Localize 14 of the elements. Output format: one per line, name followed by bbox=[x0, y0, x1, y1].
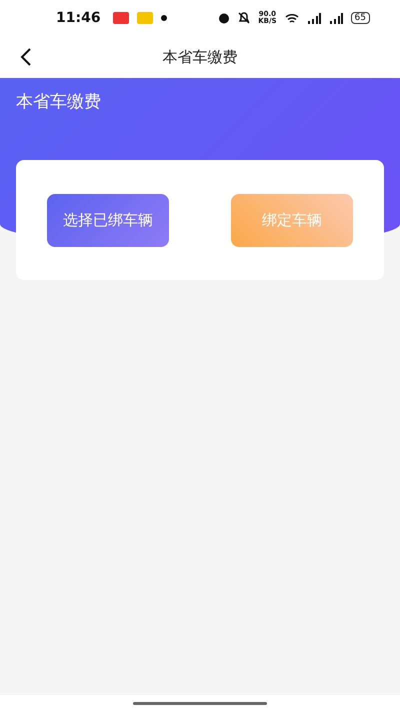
page-title: 本省车缴费 bbox=[162, 48, 238, 66]
signal-icon bbox=[328, 12, 343, 24]
battery-level: 65 bbox=[350, 12, 370, 24]
home-indicator[interactable] bbox=[133, 702, 267, 704]
notification-icon bbox=[112, 12, 129, 24]
dot-icon bbox=[160, 15, 167, 21]
notification-icon bbox=[136, 12, 153, 24]
wifi-icon bbox=[284, 12, 299, 24]
vehicle-button[interactable]: 选择已绑车辆 bbox=[47, 194, 169, 246]
header-title: 本省车缴费 bbox=[16, 92, 101, 112]
signal-icon bbox=[306, 12, 321, 24]
back-icon[interactable] bbox=[20, 48, 32, 66]
bell-muted-icon bbox=[238, 12, 250, 24]
status-time: 11:46 bbox=[56, 10, 101, 26]
